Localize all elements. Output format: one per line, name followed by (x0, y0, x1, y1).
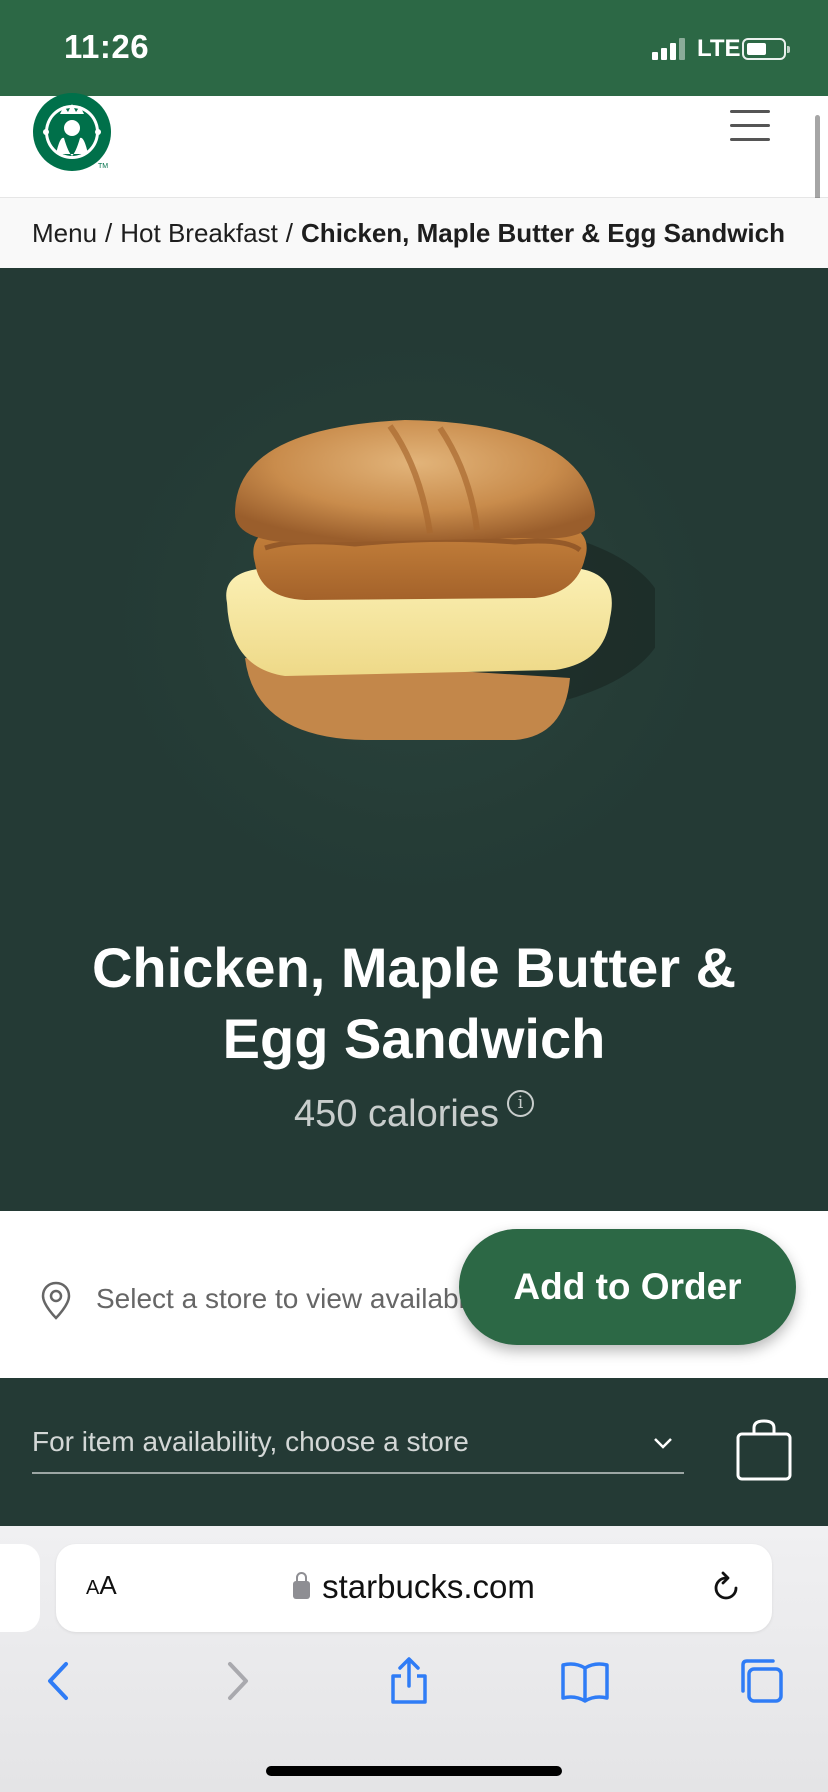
reload-icon[interactable] (708, 1570, 744, 1606)
status-time: 11:26 (64, 28, 150, 65)
browser-toolbar: AA starbucks.com (0, 1526, 828, 1792)
lock-icon (293, 1572, 311, 1599)
availability-bar: For item availability, choose a store (0, 1378, 828, 1526)
shopping-bag-icon[interactable] (735, 1418, 793, 1482)
store-select-placeholder: For item availability, choose a store (32, 1426, 469, 1457)
url-text: starbucks.com (322, 1568, 535, 1605)
forward-icon[interactable] (212, 1656, 262, 1706)
site-header: TM (0, 93, 828, 198)
product-title-line1: Chicken, Maple Butter & (91, 936, 737, 999)
previous-tab-preview[interactable] (0, 1544, 40, 1632)
bookmarks-icon[interactable] (560, 1656, 610, 1706)
breadcrumb-menu-link[interactable]: Menu (32, 218, 97, 249)
product-title: Chicken, Maple Butter & Egg Sandwich (40, 932, 788, 1074)
cellular-signal-icon (652, 38, 686, 60)
sandwich-image (226, 420, 655, 740)
status-bar: 11:26 LTE (0, 0, 828, 96)
product-hero: Chicken, Maple Butter & Egg Sandwich 450… (0, 268, 828, 1211)
store-row: Select a store to view availability Add … (0, 1211, 828, 1378)
add-to-order-button[interactable]: Add to Order (459, 1229, 796, 1345)
location-pin-icon (41, 1281, 71, 1320)
calories-value: 450 calories (294, 1093, 499, 1135)
url-display[interactable]: starbucks.com (56, 1568, 772, 1606)
breadcrumb-separator: / (285, 217, 294, 248)
tabs-icon[interactable] (736, 1656, 786, 1706)
share-icon[interactable] (384, 1656, 434, 1706)
address-bar[interactable]: AA starbucks.com (56, 1544, 772, 1632)
breadcrumb: Menu / Hot Breakfast / Chicken, Maple Bu… (0, 198, 828, 268)
product-title-line2: Egg Sandwich (222, 1007, 606, 1070)
info-icon[interactable]: i (506, 1090, 534, 1117)
calories-text: 450 calories i (0, 1090, 828, 1136)
back-icon[interactable] (34, 1656, 84, 1706)
store-select-dropdown[interactable]: For item availability, choose a store (32, 1422, 684, 1474)
home-indicator (266, 1766, 562, 1776)
battery-icon (742, 38, 790, 60)
network-type: LTE (697, 35, 741, 62)
breadcrumb-separator: / (105, 217, 113, 248)
starbucks-logo[interactable]: TM (32, 92, 112, 172)
breadcrumb-current: Chicken, Maple Butter & Egg Sandwich (301, 217, 785, 248)
chevron-down-icon (654, 1438, 672, 1449)
select-store-link[interactable]: Select a store to view availability (96, 1283, 499, 1315)
hamburger-menu-icon[interactable] (730, 110, 774, 144)
breadcrumb-hot-breakfast-link[interactable]: Hot Breakfast (120, 218, 278, 249)
svg-text:TM: TM (98, 163, 108, 170)
